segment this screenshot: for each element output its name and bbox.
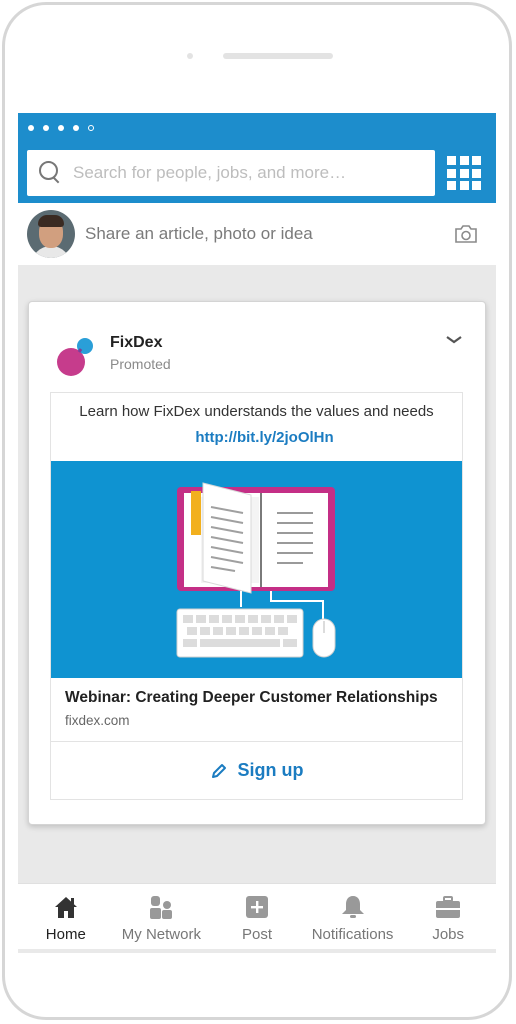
ad-content[interactable]: Learn how FixDex understands the values … bbox=[50, 392, 463, 800]
book-keyboard-illustration bbox=[176, 482, 336, 658]
home-icon bbox=[54, 897, 77, 918]
ad-domain: fixdex.com bbox=[65, 713, 130, 728]
post-icon bbox=[245, 896, 268, 918]
network-icon bbox=[150, 896, 173, 919]
chevron-down-icon[interactable] bbox=[445, 334, 463, 346]
app-screen: Share an article, photo or idea FixDex P… bbox=[18, 113, 496, 953]
nav-notifications[interactable]: Notifications bbox=[305, 884, 401, 949]
share-bar[interactable]: Share an article, photo or idea bbox=[18, 203, 496, 265]
nav-post[interactable]: Post bbox=[209, 884, 305, 949]
ad-body-text: Learn how FixDex understands the values … bbox=[79, 403, 434, 420]
share-prompt[interactable]: Share an article, photo or idea bbox=[85, 224, 313, 244]
search-icon bbox=[39, 161, 63, 185]
nav-label: Jobs bbox=[432, 926, 465, 943]
nav-label: My Network bbox=[121, 926, 201, 943]
apps-grid-icon[interactable] bbox=[447, 156, 481, 190]
promoted-post-card: FixDex Promoted Learn how FixDex underst… bbox=[28, 301, 486, 825]
avatar[interactable] bbox=[27, 210, 75, 258]
nav-label: Notifications bbox=[311, 926, 394, 943]
nav-label: Post bbox=[241, 926, 272, 943]
front-camera bbox=[187, 53, 193, 59]
promoted-label: Promoted bbox=[110, 356, 171, 372]
ad-headline[interactable]: Webinar: Creating Deeper Customer Relati… bbox=[65, 689, 438, 707]
camera-icon[interactable] bbox=[454, 225, 478, 243]
pencil-icon bbox=[211, 763, 226, 778]
signal-indicator bbox=[28, 125, 94, 131]
ad-link[interactable]: http://bit.ly/2joOlHn bbox=[51, 429, 462, 446]
nav-label: Home bbox=[45, 926, 86, 943]
ad-illustration[interactable] bbox=[51, 461, 462, 678]
nav-home[interactable]: Home bbox=[18, 884, 114, 949]
signup-button[interactable]: Sign up bbox=[51, 742, 462, 799]
bottom-nav: Home My Network Post Notifications Jobs bbox=[18, 883, 496, 949]
earpiece-speaker bbox=[223, 53, 333, 59]
nav-my-network[interactable]: My Network bbox=[114, 884, 210, 949]
phone-frame: Share an article, photo or idea FixDex P… bbox=[2, 2, 512, 1020]
fixdex-logo[interactable] bbox=[55, 334, 101, 380]
company-name[interactable]: FixDex bbox=[110, 334, 162, 352]
search-bar[interactable] bbox=[27, 150, 435, 196]
app-header bbox=[18, 113, 496, 203]
briefcase-icon bbox=[436, 896, 461, 918]
signup-label: Sign up bbox=[237, 760, 304, 780]
search-input[interactable] bbox=[73, 163, 423, 183]
bell-icon bbox=[341, 896, 364, 918]
nav-jobs[interactable]: Jobs bbox=[400, 884, 496, 949]
